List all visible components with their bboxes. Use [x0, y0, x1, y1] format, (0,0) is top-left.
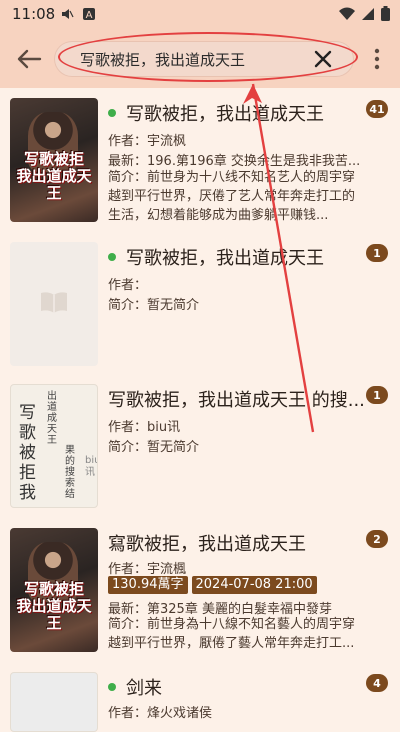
result-item[interactable]: 写歌被拒 我出道成天王 写歌被拒，我出道成天王 41 作者：宇流枫 最新：196…	[0, 88, 400, 232]
author-label: 作者：	[108, 562, 148, 577]
source-count-badge: 1	[366, 386, 388, 404]
book-title: 写歌被拒，我出道成天王	[126, 248, 324, 269]
intro-text: 暂无简介	[147, 440, 200, 455]
battery-icon	[381, 6, 390, 21]
wifi-icon	[339, 7, 355, 20]
author-line: 作者：宇流枫	[108, 130, 186, 149]
result-item[interactable]: 剑来 4 作者：烽火戏诸侯	[0, 662, 400, 732]
status-time: 11:08	[12, 5, 56, 23]
intro-line: 简介：前世身为十八线不知名艺人的周宇穿越到平行世界，厌倦了艺人常年奔走打工的生活…	[108, 168, 358, 226]
book-cover	[10, 672, 98, 732]
book-placeholder-icon	[41, 292, 67, 313]
back-arrow-icon[interactable]	[14, 44, 44, 74]
book-title: 写歌被拒，我出道成天王 的搜...	[108, 390, 365, 411]
book-cover: 写歌被拒 我出道成天王	[10, 528, 98, 652]
clear-icon[interactable]	[312, 48, 334, 70]
intro-label: 简介：	[108, 617, 148, 632]
intro-label: 简介：	[108, 170, 148, 185]
svg-text:A: A	[86, 10, 93, 21]
cover-title-text: 写歌被拒 我出道成天王	[16, 150, 92, 202]
intro-label: 简介：	[108, 440, 148, 455]
tag-line: 130.94萬字 2024-07-08 21:00	[108, 576, 321, 594]
author-name: 宇流枫	[147, 134, 187, 149]
online-status-dot	[108, 683, 116, 691]
search-toolbar	[0, 30, 400, 88]
result-item[interactable]: 写歌被拒我 出道成天王 果的搜索结 biu讯 写歌被拒，我出道成天王 的搜...…	[0, 374, 400, 518]
latest-chapter: 196.第196章 交换余生是我非我苦...	[147, 154, 361, 169]
more-menu-icon[interactable]	[374, 48, 380, 70]
source-count-badge: 41	[366, 100, 388, 118]
latest-line: 最新：196.第196章 交换余生是我非我苦...	[108, 150, 360, 169]
book-title: 寫歌被拒，我出道成天王	[108, 534, 306, 555]
source-count-badge: 2	[366, 530, 388, 548]
cover-big-text: 写歌被拒我	[19, 403, 36, 503]
word-count-tag: 130.94萬字	[108, 576, 188, 594]
intro-line: 简介：前世身為十八線不知名藝人的周宇穿越到平行世界，厭倦了藝人常年奔走打工...	[108, 615, 358, 655]
author-label: 作者：	[108, 278, 148, 293]
mute-icon	[62, 9, 74, 19]
source-count-badge: 4	[366, 674, 388, 692]
signal-icon	[362, 7, 374, 20]
update-date-tag: 2024-07-08 21:00	[191, 576, 317, 594]
intro-line: 简介：暂无简介	[108, 436, 199, 455]
author-name: 宇流楓	[147, 562, 187, 577]
book-title: 写歌被拒，我出道成天王	[126, 104, 324, 125]
source-count-badge: 1	[366, 244, 388, 262]
book-cover: 写歌被拒 我出道成天王	[10, 98, 98, 222]
search-box[interactable]	[54, 41, 354, 77]
author-label: 作者：	[108, 134, 148, 149]
author-line: 作者：biu讯	[108, 416, 180, 435]
cover-small-text: 果的搜索结	[65, 445, 75, 500]
author-label: 作者：	[108, 706, 148, 721]
author-line: 作者：	[108, 274, 147, 293]
status-bar: 11:08 A	[0, 0, 400, 30]
intro-label: 简介：	[108, 298, 148, 313]
result-item[interactable]: 写歌被拒 我出道成天王 寫歌被拒，我出道成天王 2 作者：宇流楓 130.94萬…	[0, 518, 400, 662]
result-item[interactable]: 写歌被拒，我出道成天王 1 作者： 简介：暂无简介	[0, 232, 400, 374]
search-input[interactable]	[78, 49, 302, 69]
latest-label: 最新：	[108, 154, 148, 169]
author-name: 烽火戏诸侯	[147, 706, 213, 721]
intro-line: 简介：暂无简介	[108, 294, 199, 313]
online-status-dot	[108, 109, 116, 117]
author-line: 作者：宇流楓	[108, 558, 186, 577]
intro-text: 暂无简介	[147, 298, 200, 313]
author-name: biu讯	[147, 420, 181, 435]
book-title: 剑来	[126, 678, 162, 699]
app-notification-icon: A	[83, 8, 95, 21]
cover-small-text: 出道成天王	[47, 391, 57, 446]
book-cover-placeholder	[10, 242, 98, 366]
author-label: 作者：	[108, 420, 148, 435]
online-status-dot	[108, 253, 116, 261]
cover-title-text: 写歌被拒 我出道成天王	[16, 580, 92, 632]
cover-author-text: biu讯	[85, 455, 97, 478]
book-cover: 写歌被拒我 出道成天王 果的搜索结 biu讯	[10, 384, 98, 508]
